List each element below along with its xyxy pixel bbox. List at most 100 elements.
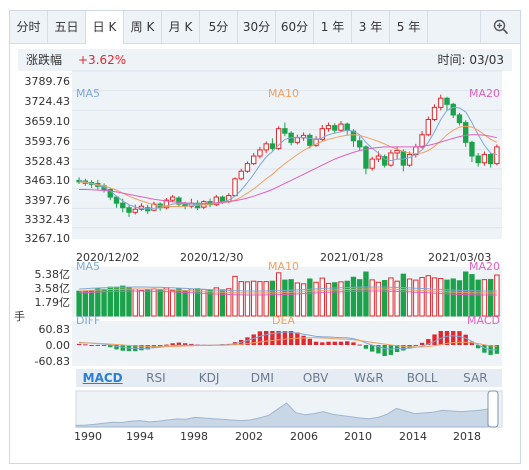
macd-bar	[164, 344, 169, 346]
candle-body	[394, 150, 400, 154]
volume-bar	[350, 276, 357, 317]
price-tick: 3528.43	[25, 155, 71, 168]
macd-bar	[257, 331, 263, 345]
volume-bar	[381, 280, 388, 317]
volume-bar	[120, 285, 126, 317]
tab-kdj[interactable]: KDJ	[183, 369, 236, 387]
volume-bar	[438, 278, 444, 317]
price-tick: 3593.76	[25, 135, 71, 148]
macd-bar	[357, 344, 362, 346]
candle-body	[388, 152, 394, 166]
tab-rsi[interactable]: RSI	[129, 369, 182, 387]
volume-bar	[481, 279, 488, 317]
macd-tick: 0.00	[46, 339, 71, 352]
price-tick: 3397.76	[25, 194, 71, 207]
volume-bar	[138, 290, 145, 317]
candle-body	[487, 154, 494, 165]
volume-bar	[444, 279, 450, 317]
tab-dmi[interactable]: DMI	[236, 369, 289, 387]
tab-sar[interactable]: SAR	[449, 369, 502, 387]
tab-macd[interactable]: MACD	[76, 369, 129, 387]
diff-legend: DIFF	[76, 314, 100, 327]
macd-tick: -60.83	[35, 355, 70, 368]
volume-bar	[95, 288, 101, 317]
volume-bar	[413, 279, 419, 317]
macd-bar	[338, 341, 344, 345]
volume-bar	[319, 277, 325, 317]
candle-body	[307, 134, 313, 146]
candle-body	[338, 123, 344, 131]
chart-canvas[interactable]: 3789.76 3724.43 3659.10 3593.76 3528.43 …	[10, 11, 520, 463]
volume-bar	[431, 277, 438, 317]
price-tick: 3332.43	[25, 213, 71, 226]
year-tick: 2018	[453, 430, 481, 443]
volume-bar	[151, 288, 157, 317]
macd-bar	[263, 331, 269, 345]
volume-bar	[88, 290, 95, 317]
volume-bar	[419, 276, 425, 317]
candle-body	[463, 122, 469, 143]
macd-bar	[83, 344, 88, 346]
macd-bar	[382, 345, 387, 356]
volume-bar	[145, 288, 151, 317]
macd-bar	[95, 345, 101, 346]
year-tick: 2006	[290, 430, 318, 443]
volume-bar	[263, 281, 269, 317]
volume-bar	[344, 280, 350, 317]
volume-bar	[294, 282, 301, 317]
volume-bar	[406, 278, 413, 317]
macd-bar	[332, 341, 337, 345]
candle-body	[369, 158, 375, 169]
volume-bar	[288, 279, 294, 317]
candle-body	[450, 103, 456, 116]
volume-bar	[456, 280, 463, 317]
candle-body	[431, 106, 438, 121]
macd-bar	[463, 334, 468, 345]
macd-bar	[101, 345, 107, 346]
candle-body	[251, 155, 257, 165]
volume-bar	[388, 277, 394, 317]
volume-tick: 5.38亿	[35, 268, 71, 281]
candle-body	[126, 207, 132, 213]
ma5-legend: MA5	[76, 87, 100, 100]
price-y-axis: 3789.76 3724.43 3659.10 3593.76 3528.43 …	[25, 75, 71, 245]
macd-bar	[419, 342, 425, 345]
tab-boll[interactable]: BOLL	[396, 369, 449, 387]
year-tick: 2014	[399, 430, 427, 443]
macd-bar	[432, 334, 437, 345]
candle-body	[120, 202, 126, 209]
macd-bar	[351, 342, 356, 345]
volume-bar	[169, 290, 176, 317]
macd-bar	[388, 345, 394, 355]
volume-bar	[463, 271, 469, 317]
vol-ma10-legend: MA10	[268, 260, 299, 273]
volume-bar	[251, 280, 257, 317]
macd-bar	[363, 345, 369, 349]
year-tick: 2010	[344, 430, 372, 443]
vol-ma20-legend: MA20	[469, 260, 500, 273]
volume-unit: 手	[14, 309, 25, 323]
year-tick: 1994	[126, 430, 154, 443]
tab-obv[interactable]: OBV	[289, 369, 342, 387]
macd-bar	[320, 342, 325, 345]
macd-bar	[170, 343, 175, 345]
candle-body	[263, 143, 269, 151]
volume-bar	[400, 273, 407, 317]
tab-wr[interactable]: W&R	[342, 369, 395, 387]
candle-body	[444, 97, 450, 105]
ma20-legend: MA20	[469, 87, 500, 100]
volume-bar	[244, 281, 251, 317]
range-handle[interactable]	[487, 390, 499, 428]
volume-tick: 1.79亿	[35, 296, 71, 309]
volume-bar	[307, 278, 313, 317]
volume-bar	[232, 275, 238, 317]
candle-body	[469, 141, 475, 157]
candle-body	[357, 140, 363, 148]
macd-tick: 60.83	[39, 323, 71, 336]
volume-bar	[132, 288, 138, 317]
macd-bar	[288, 331, 294, 345]
macd-bar	[182, 343, 188, 345]
volume-bar	[82, 290, 89, 317]
stock-chart-widget: 分时 五日 日 K 周 K 月 K 5分 30分 60分 1 年 3 年 5 年…	[9, 10, 521, 464]
ma10-legend: MA10	[268, 87, 299, 100]
